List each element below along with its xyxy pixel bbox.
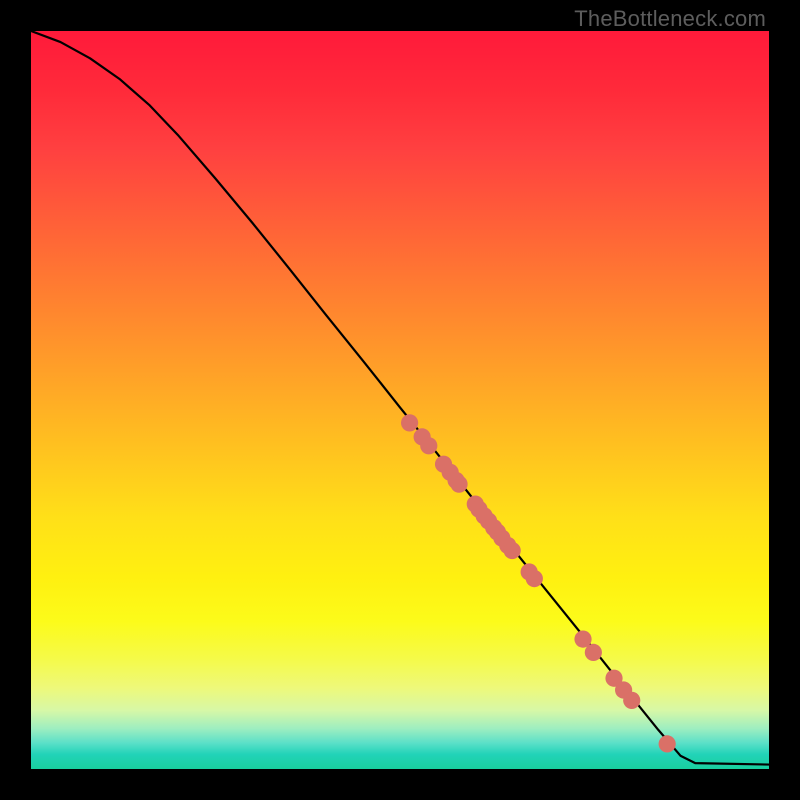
plot-area [31,31,769,769]
data-point-marker [585,644,602,661]
data-point-marker [420,437,437,454]
data-point-marker [450,476,467,493]
chart-stage: TheBottleneck.com [0,0,800,800]
chart-markers [401,414,676,752]
watermark-label: TheBottleneck.com [574,6,766,32]
data-point-marker [526,570,543,587]
data-point-marker [659,735,676,752]
data-point-marker [401,414,418,431]
chart-svg [31,31,769,769]
data-point-marker [504,542,521,559]
data-point-marker [623,692,640,709]
chart-curve [31,31,769,765]
